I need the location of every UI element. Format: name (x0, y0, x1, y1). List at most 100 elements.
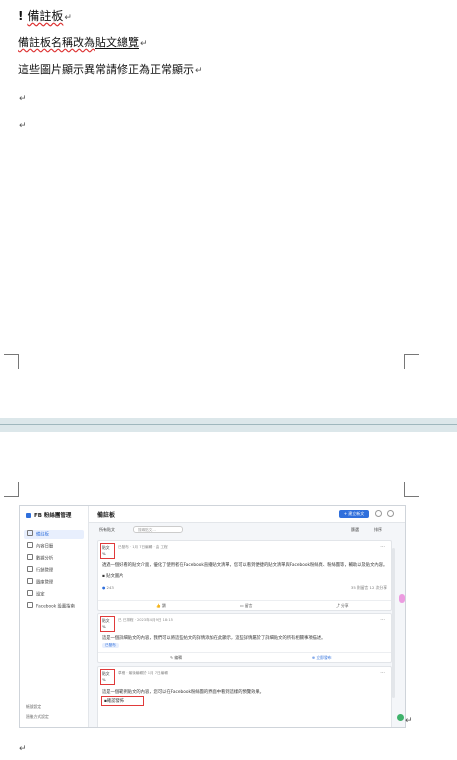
return-mark: ↵ (19, 121, 27, 131)
comment-action: ▭ 留言 (240, 603, 253, 608)
post-body: 這是一個詳細貼文的內容，我們可以將這些帖文的詳情添加在此顯示，這些詳情屬於了詳細… (102, 636, 326, 641)
return-mark: ↵ (140, 39, 148, 49)
empty-paragraph[interactable]: ↵ (18, 741, 27, 756)
return-mark: ↵ (19, 94, 27, 104)
app-name: FB 粉絲團管理 (34, 513, 72, 519)
post-stats: ● 243 35 則留言 12 次分享 (102, 585, 387, 590)
nav-item-analytics: 數據分析 (24, 554, 84, 563)
post-meta: 草稿 · 最後編輯於 1月 7日編輯 (118, 671, 168, 675)
sidebar-footer-item: 過後方式設定 (26, 714, 49, 719)
sidebar-footer-item: 帳號設定 (26, 704, 42, 709)
nav-item-marketing: 行銷管理 (24, 566, 84, 575)
chart-icon (27, 554, 33, 560)
nav-label: 數據分析 (36, 556, 54, 562)
app-brand: FB 粉絲團管理 (26, 511, 71, 519)
nav-item-settings: 設定 (24, 590, 84, 599)
nav-item-gallery: 圖庫管理 (24, 578, 84, 587)
empty-paragraph[interactable]: ↵ (18, 91, 27, 106)
action-label: 留言 (244, 603, 253, 608)
highlight-box (101, 696, 144, 706)
action-label: 立即發布 (316, 655, 332, 660)
megaphone-icon (27, 566, 33, 572)
status-dot (397, 714, 404, 721)
return-mark: ↵ (64, 13, 72, 23)
nav-label: 設定 (36, 592, 45, 598)
more-icon: ··· (380, 617, 385, 623)
line1-prefix[interactable]: 備註板名稱改為 (18, 36, 95, 49)
nav-item-guide: Facebook 設置指南 (24, 602, 84, 611)
line1-underlined[interactable]: 貼文總覽 (95, 36, 139, 49)
post-card: 貼文% 已 已排程 · 2023年4月9日 18:15 ··· 這是一個詳細貼文… (97, 613, 392, 663)
filter-tab: 所有貼文 (99, 527, 115, 532)
filter-bar: 所有貼文 搜尋貼文... 篩選 排序 (89, 524, 405, 536)
dashboard-icon (27, 530, 33, 536)
more-icon: ··· (380, 670, 385, 676)
scrollbar (392, 548, 395, 698)
crop-mark (404, 482, 419, 497)
search-input: 搜尋貼文... (133, 526, 183, 533)
app-header: 備註板 + 建立新文 (89, 506, 405, 523)
action-label: 讚 (161, 603, 166, 608)
image-alt: 貼文圖片 (106, 574, 124, 579)
page-title: 備註板 (97, 512, 116, 519)
heading-text[interactable]: 備註板 (27, 9, 63, 23)
like-count-icon: ● (102, 585, 106, 590)
nav-item-board: 備註板 (24, 530, 84, 539)
nav-label: 備註板 (36, 532, 49, 538)
action-label: 編輯 (174, 655, 182, 660)
nav-item-calendar: 內容日曆 (24, 542, 84, 551)
status-badge: 已發布 (102, 643, 119, 648)
return-mark: ↵ (19, 744, 27, 754)
embedded-screenshot[interactable]: FB 粉絲團管理 備註板 內容日曆 數據分析 行銷管理 圖庫管理 設定 Face… (19, 505, 406, 728)
app-sidebar: FB 粉絲團管理 備註板 內容日曆 數據分析 行銷管理 圖庫管理 設定 Face… (20, 506, 89, 727)
share-action: ⤴ 分享 (336, 603, 349, 608)
highlight-box (100, 669, 115, 685)
post-meta: 已發布 · 1月 7日編輯 · 由 工程 (118, 545, 168, 549)
gear-icon (27, 590, 33, 596)
post-body: 這是一個範例貼文的內容，您可以在Facebook粉絲團的界面中看到這樣的預覽效果… (102, 690, 264, 695)
like-count: 243 (106, 585, 114, 590)
edit-action: ✎ 編輯 (170, 655, 182, 660)
crop-mark (4, 354, 19, 369)
page-gap (0, 418, 457, 432)
highlight-box (100, 543, 115, 559)
crop-mark (4, 482, 19, 497)
broken-image: ▪ 貼文圖片 (102, 573, 123, 579)
nav-label: 行銷管理 (36, 568, 54, 574)
image-icon (27, 578, 33, 584)
doc-line-fix-images: 這些圖片顯示異常請修正為正常顯示↵ (18, 63, 203, 78)
user-icon (387, 510, 394, 517)
filter-label: 篩選 (351, 527, 359, 532)
floating-tab (399, 594, 405, 603)
bell-icon (375, 510, 382, 517)
post-body: 透過一個好看的貼文介面，優化了使用者在Facebook直播貼文清單，您可以看到便… (102, 563, 388, 568)
return-mark: ↵ (195, 66, 203, 76)
doc-heading: ! 備註板↵ (18, 9, 72, 25)
return-mark: ↵ (405, 716, 413, 726)
publish-action: ⊕ 立即發布 (312, 655, 332, 660)
document-page-1: ! 備註板↵ 備註板名稱改為貼文總覽↵ 這些圖片顯示異常請修正為正常顯示↵ ↵ … (0, 0, 457, 418)
new-post-button: + 建立新文 (339, 510, 369, 518)
help-icon (27, 602, 33, 608)
action-label: 分享 (341, 603, 349, 608)
highlight-box (100, 616, 115, 632)
comment-share-count: 35 則留言 12 次分享 (350, 585, 387, 590)
like-action: 👍 讚 (156, 603, 166, 608)
page-break-line (0, 424, 457, 425)
empty-paragraph[interactable]: ↵ (18, 118, 27, 133)
post-card: 貼文% 已發布 · 1月 7日編輯 · 由 工程 ··· 透過一個好看的貼文介面… (97, 540, 392, 611)
line2-text[interactable]: 這些圖片顯示異常請修正為正常顯示 (18, 63, 194, 76)
post-card: 貼文% 草稿 · 最後編輯於 1月 7日編輯 ··· 這是一個範例貼文的內容，您… (97, 666, 392, 727)
post-actions: 👍 讚 ▭ 留言 ⤴ 分享 (98, 600, 391, 610)
sort-label: 排序 (374, 527, 382, 532)
crop-mark (404, 354, 419, 369)
nav-label: 圖庫管理 (36, 580, 54, 586)
post-actions: ✎ 編輯 ⊕ 立即發布 (98, 652, 391, 662)
nav-label: 內容日曆 (36, 544, 54, 550)
nav-label: Facebook 設置指南 (36, 604, 75, 610)
heading-mark: ! (18, 9, 24, 23)
doc-line-rename: 備註板名稱改為貼文總覽↵ (18, 36, 148, 51)
calendar-icon (27, 542, 33, 548)
post-meta: 已 已排程 · 2023年4月9日 18:15 (118, 618, 173, 622)
app-logo-icon (26, 513, 31, 518)
